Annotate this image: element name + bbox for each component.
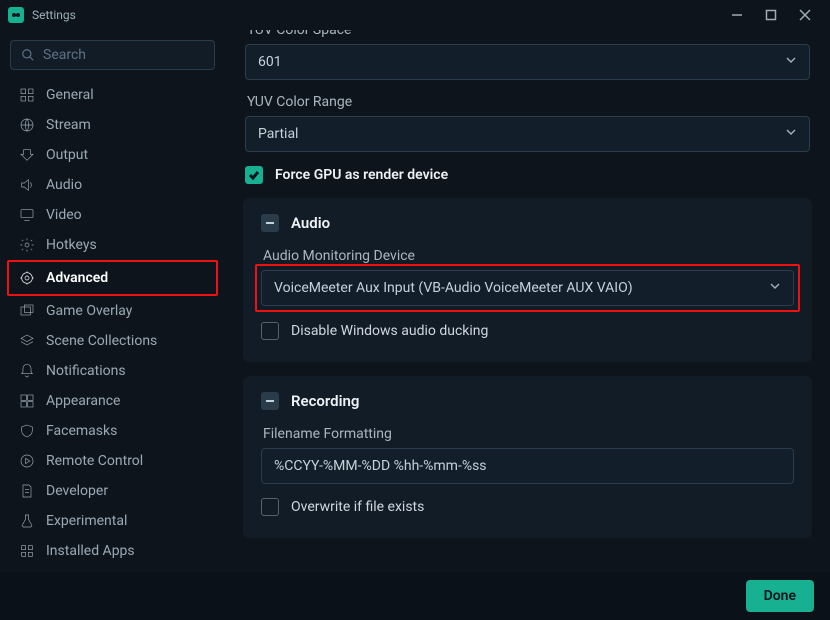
sidebar-item-label: Facemasks bbox=[46, 423, 117, 439]
disable-ducking-label: Disable Windows audio ducking bbox=[291, 323, 488, 339]
sidebar-item-label: Audio bbox=[46, 177, 82, 193]
section-title: Recording bbox=[291, 392, 359, 410]
overwrite-label: Overwrite if file exists bbox=[291, 499, 424, 515]
doc-icon bbox=[18, 482, 36, 500]
sidebar-item-stream[interactable]: Stream bbox=[10, 110, 215, 140]
yuv-space-label: YUV Color Space bbox=[247, 30, 810, 38]
sidebar-item-label: Advanced bbox=[46, 270, 108, 286]
highlight-advanced: Advanced bbox=[7, 260, 218, 296]
sidebar-item-output[interactable]: Output bbox=[10, 140, 215, 170]
apps-icon bbox=[18, 542, 36, 560]
app-icon bbox=[8, 7, 24, 23]
search-input[interactable] bbox=[43, 47, 204, 63]
monitoring-device-select[interactable]: VoiceMeeter Aux Input (VB-Audio VoiceMee… bbox=[261, 270, 794, 306]
checkbox-checked-icon bbox=[245, 166, 263, 184]
force-gpu-checkbox-row[interactable]: Force GPU as render device bbox=[245, 166, 810, 184]
play-circle-icon bbox=[18, 452, 36, 470]
sidebar-item-label: Hotkeys bbox=[46, 237, 97, 253]
checkbox-unchecked-icon bbox=[261, 498, 279, 516]
sidebar-item-hotkeys[interactable]: Hotkeys bbox=[10, 230, 215, 260]
collapse-toggle[interactable] bbox=[261, 392, 279, 410]
overlay-icon bbox=[18, 302, 36, 320]
sidebar-item-scene-collections[interactable]: Scene Collections bbox=[10, 326, 215, 356]
disable-ducking-checkbox-row[interactable]: Disable Windows audio ducking bbox=[261, 322, 794, 340]
sidebar-item-label: Game Overlay bbox=[46, 303, 132, 319]
maximize-button[interactable] bbox=[754, 0, 788, 30]
chevron-down-icon bbox=[785, 126, 797, 142]
overwrite-checkbox-row[interactable]: Overwrite if file exists bbox=[261, 498, 794, 516]
sidebar-item-label: Remote Control bbox=[46, 453, 143, 469]
yuv-range-select[interactable]: Partial bbox=[245, 116, 810, 152]
select-value: 601 bbox=[258, 54, 282, 70]
gear-icon bbox=[18, 236, 36, 254]
titlebar: Settings bbox=[0, 0, 830, 30]
input-value: %CCYY-%MM-%DD %hh-%mm-%ss bbox=[274, 458, 487, 474]
sidebar-item-label: Experimental bbox=[46, 513, 127, 529]
monitoring-device-label: Audio Monitoring Device bbox=[263, 248, 794, 264]
search-icon bbox=[21, 48, 35, 62]
layers-icon bbox=[18, 332, 36, 350]
filename-formatting-input[interactable]: %CCYY-%MM-%DD %hh-%mm-%ss bbox=[261, 448, 794, 484]
checkbox-unchecked-icon bbox=[261, 322, 279, 340]
sidebar-item-facemasks[interactable]: Facemasks bbox=[10, 416, 215, 446]
sidebar-item-label: General bbox=[46, 87, 94, 103]
minimize-button[interactable] bbox=[720, 0, 754, 30]
sidebar-item-video[interactable]: Video bbox=[10, 200, 215, 230]
volume-icon bbox=[18, 176, 36, 194]
highlight-monitoring-device: VoiceMeeter Aux Input (VB-Audio VoiceMee… bbox=[255, 264, 800, 312]
sidebar: General Stream Output Audio Video Hotkey… bbox=[0, 30, 225, 572]
shield-icon bbox=[18, 422, 36, 440]
collapse-toggle[interactable] bbox=[261, 214, 279, 232]
sidebar-item-label: Installed Apps bbox=[46, 543, 135, 559]
sidebar-item-game-overlay[interactable]: Game Overlay bbox=[10, 296, 215, 326]
sidebar-item-developer[interactable]: Developer bbox=[10, 476, 215, 506]
section-title: Audio bbox=[291, 214, 330, 232]
chevron-down-icon bbox=[785, 54, 797, 70]
sidebar-item-label: Output bbox=[46, 147, 88, 163]
select-value: Partial bbox=[258, 126, 298, 142]
grid-icon bbox=[18, 86, 36, 104]
done-button[interactable]: Done bbox=[746, 580, 814, 612]
force-gpu-label: Force GPU as render device bbox=[275, 167, 448, 183]
select-value: VoiceMeeter Aux Input (VB-Audio VoiceMee… bbox=[274, 280, 633, 296]
audio-section: Audio Audio Monitoring Device VoiceMeete… bbox=[243, 198, 812, 362]
sidebar-item-notifications[interactable]: Notifications bbox=[10, 356, 215, 386]
sidebar-item-appearance[interactable]: Appearance bbox=[10, 386, 215, 416]
sidebar-item-installed-apps[interactable]: Installed Apps bbox=[10, 536, 215, 566]
sidebar-item-remote-control[interactable]: Remote Control bbox=[10, 446, 215, 476]
sidebar-item-experimental[interactable]: Experimental bbox=[10, 506, 215, 536]
filename-formatting-label: Filename Formatting bbox=[263, 426, 794, 442]
chevron-down-icon bbox=[769, 280, 781, 296]
sidebar-item-label: Scene Collections bbox=[46, 333, 157, 349]
appearance-icon bbox=[18, 392, 36, 410]
window-title: Settings bbox=[32, 8, 76, 22]
sidebar-item-general[interactable]: General bbox=[10, 80, 215, 110]
search-box[interactable] bbox=[10, 40, 215, 70]
sidebar-item-label: Appearance bbox=[46, 393, 120, 409]
sidebar-item-label: Developer bbox=[46, 483, 108, 499]
sidebar-item-advanced[interactable]: Advanced bbox=[10, 263, 215, 293]
sidebar-item-label: Notifications bbox=[46, 363, 126, 379]
sidebar-item-label: Video bbox=[46, 207, 82, 223]
recording-section: Recording Filename Formatting %CCYY-%MM-… bbox=[243, 376, 812, 538]
sidebar-item-audio[interactable]: Audio bbox=[10, 170, 215, 200]
yuv-range-label: YUV Color Range bbox=[247, 94, 810, 110]
sliders-icon bbox=[18, 269, 36, 287]
monitor-icon bbox=[18, 206, 36, 224]
flask-icon bbox=[18, 512, 36, 530]
sidebar-item-label: Stream bbox=[46, 117, 91, 133]
content-pane: YUV Color Space 601 YUV Color Range Part… bbox=[225, 30, 830, 572]
yuv-space-select[interactable]: 601 bbox=[245, 44, 810, 80]
footer: Done bbox=[0, 572, 830, 620]
globe-icon bbox=[18, 116, 36, 134]
bell-icon bbox=[18, 362, 36, 380]
close-button[interactable] bbox=[788, 0, 822, 30]
export-icon bbox=[18, 146, 36, 164]
